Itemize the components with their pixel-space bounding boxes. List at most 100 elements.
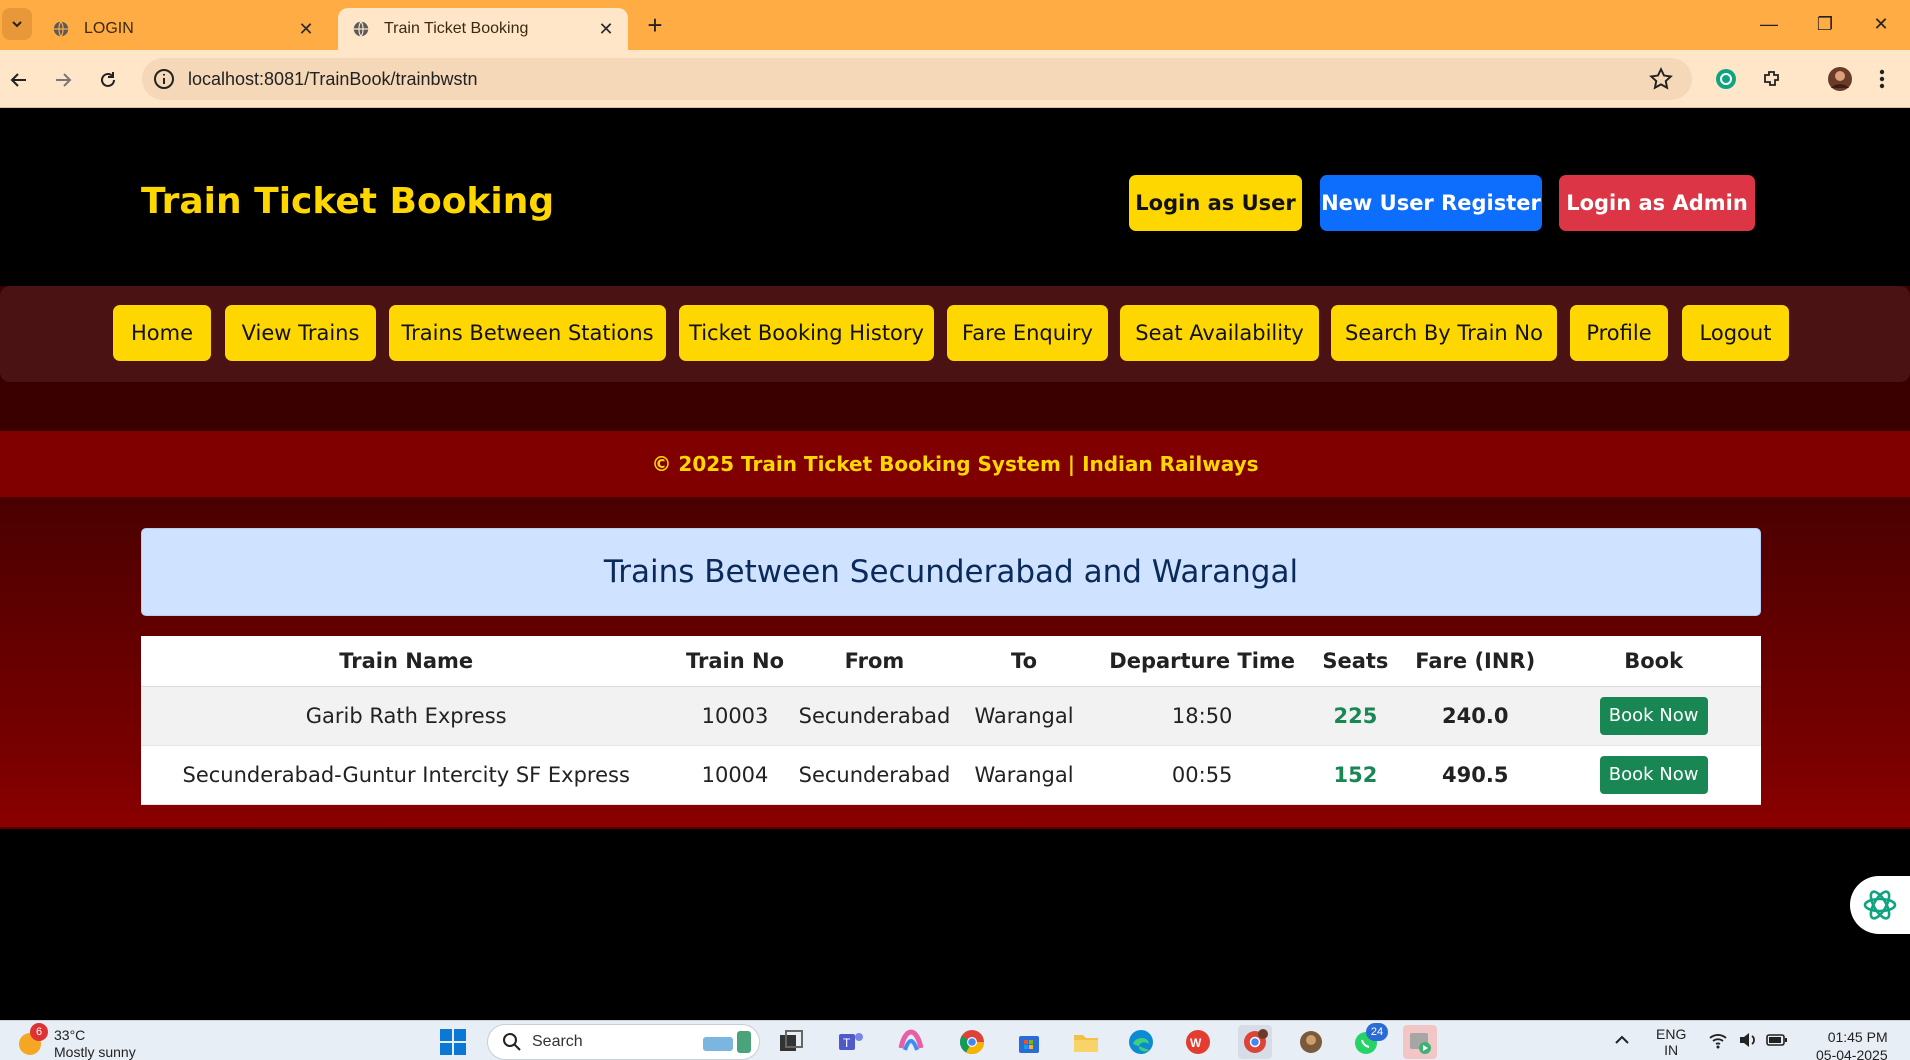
menu-profile[interactable]: Profile xyxy=(1570,305,1668,361)
book-now-button[interactable]: Book Now xyxy=(1599,696,1708,735)
train-no-cell: 10004 xyxy=(671,745,799,805)
sun-icon: 6 xyxy=(16,1023,48,1057)
menu-fare-enquiry[interactable]: Fare Enquiry xyxy=(947,305,1108,361)
column-header: From xyxy=(798,636,951,687)
search-highlight-icon xyxy=(703,1031,751,1053)
bookmark-star-icon[interactable] xyxy=(1648,66,1674,92)
weather-badge: 6 xyxy=(30,1023,48,1041)
column-header: Train No xyxy=(671,636,799,687)
site-info-icon[interactable] xyxy=(152,67,176,91)
menu-home[interactable]: Home xyxy=(113,305,211,361)
fare-cell: 490.5 xyxy=(1404,745,1547,805)
language-indicator[interactable]: ENG IN xyxy=(1656,1026,1686,1058)
new-user-register-button[interactable]: New User Register xyxy=(1320,175,1542,231)
menu-view-trains[interactable]: View Trains xyxy=(225,305,376,361)
chatgpt-floating-button[interactable] xyxy=(1850,876,1910,934)
clock-date: 05-04-2025 xyxy=(1816,1047,1888,1060)
task-view-icon[interactable] xyxy=(774,1025,808,1059)
globe-icon xyxy=(353,21,369,37)
chatgpt-logo-icon xyxy=(1863,890,1897,920)
menu-ticket-booking-history[interactable]: Ticket Booking History xyxy=(679,305,934,361)
book-cell: Book Now xyxy=(1546,686,1761,746)
language-region: IN xyxy=(1664,1042,1679,1058)
teams-icon[interactable]: T xyxy=(834,1025,868,1059)
new-tab-button[interactable]: + xyxy=(640,10,670,40)
menu-search-by-train-no[interactable]: Search By Train No xyxy=(1331,305,1557,361)
tab-title: LOGIN xyxy=(84,20,134,37)
volume-icon[interactable] xyxy=(1738,1031,1758,1052)
weather-condition: Mostly sunny xyxy=(54,1044,136,1060)
tab-title: Train Ticket Booking xyxy=(384,20,529,37)
tab-login[interactable]: LOGIN ✕ xyxy=(38,8,328,50)
file-explorer-icon[interactable] xyxy=(1069,1025,1103,1059)
url-text[interactable]: localhost:8081/TrainBook/trainbwstn xyxy=(188,69,1648,90)
browser-toolbar: localhost:8081/TrainBook/trainbwstn xyxy=(0,50,1910,108)
train-name-cell: Secunderabad-Guntur Intercity SF Express xyxy=(141,745,672,805)
to-cell: Warangal xyxy=(950,745,1098,805)
fare-cell: 240.0 xyxy=(1404,686,1547,746)
results-title-box: Trains Between Secunderabad and Warangal xyxy=(141,528,1761,616)
column-header: Fare (INR) xyxy=(1404,636,1547,687)
chrome-profile-icon[interactable] xyxy=(1238,1025,1272,1059)
nav-menu: Home View Trains Trains Between Stations… xyxy=(0,286,1910,382)
close-tab-icon[interactable]: ✕ xyxy=(292,15,320,43)
seats-cell: 152 xyxy=(1306,745,1405,805)
forward-button[interactable] xyxy=(46,63,80,97)
back-button[interactable] xyxy=(2,63,36,97)
departure-cell: 18:50 xyxy=(1097,686,1307,746)
close-window-button[interactable]: ✕ xyxy=(1856,4,1906,44)
address-bar[interactable]: localhost:8081/TrainBook/trainbwstn xyxy=(142,58,1692,100)
close-tab-icon[interactable]: ✕ xyxy=(592,15,620,43)
wps-office-icon[interactable]: W xyxy=(1181,1025,1215,1059)
tab-train-ticket-booking[interactable]: Train Ticket Booking ✕ xyxy=(338,8,628,50)
battery-icon[interactable] xyxy=(1766,1031,1788,1052)
chevron-down-icon xyxy=(12,21,22,28)
reload-icon xyxy=(101,72,115,87)
table-row: Garib Rath Express 10003 Secunderabad Wa… xyxy=(141,686,1761,746)
microsoft-store-icon[interactable] xyxy=(1012,1025,1046,1059)
tab-search-button[interactable] xyxy=(2,8,32,40)
edge-icon[interactable] xyxy=(1124,1025,1158,1059)
media-app-icon[interactable] xyxy=(1403,1025,1437,1059)
reload-button[interactable] xyxy=(91,63,125,97)
minimize-button[interactable]: — xyxy=(1744,4,1794,44)
login-as-admin-button[interactable]: Login as Admin xyxy=(1559,175,1755,231)
copilot-icon[interactable] xyxy=(894,1025,928,1059)
search-icon xyxy=(503,1033,521,1051)
train-name-cell: Garib Rath Express xyxy=(141,686,672,746)
show-hidden-icons-icon[interactable] xyxy=(1613,1031,1631,1052)
weather-widget[interactable]: 6 33°C Mostly sunny xyxy=(16,1023,136,1060)
menu-seat-availability[interactable]: Seat Availability xyxy=(1120,305,1319,361)
departure-cell: 00:55 xyxy=(1097,745,1307,805)
wifi-icon[interactable] xyxy=(1708,1031,1728,1052)
menu-logout[interactable]: Logout xyxy=(1682,305,1789,361)
windows-start-icon[interactable] xyxy=(436,1025,470,1059)
login-as-user-button[interactable]: Login as User xyxy=(1129,175,1302,231)
site-brand: Train Ticket Booking xyxy=(141,181,555,222)
system-clock[interactable]: 01:45 PM 05-04-2025 xyxy=(1816,1028,1888,1060)
svg-text:W: W xyxy=(1190,1036,1202,1050)
language-code: ENG xyxy=(1656,1026,1687,1042)
profile-avatar[interactable] xyxy=(1826,65,1854,93)
svg-text:T: T xyxy=(843,1036,851,1050)
table-header-row: Train Name Train No From To Departure Ti… xyxy=(141,636,1761,687)
browser-tab-bar: LOGIN ✕ Train Ticket Booking ✕ + — ❐ ✕ xyxy=(0,0,1910,50)
column-header: Departure Time xyxy=(1097,636,1307,687)
browser-menu-icon[interactable] xyxy=(1868,65,1896,93)
from-cell: Secunderabad xyxy=(798,686,951,746)
chrome-icon[interactable] xyxy=(955,1025,989,1059)
column-header: Train Name xyxy=(141,636,672,687)
results-title: Trains Between Secunderabad and Warangal xyxy=(603,554,1299,590)
windows-taskbar: 6 33°C Mostly sunny Search T W 24 ENG IN… xyxy=(0,1020,1910,1060)
results-section: Trains Between Secunderabad and Warangal… xyxy=(0,497,1910,827)
book-now-button[interactable]: Book Now xyxy=(1599,755,1708,794)
extensions-icon[interactable] xyxy=(1758,65,1786,93)
arrow-right-icon xyxy=(56,73,72,87)
book-cell: Book Now xyxy=(1546,745,1761,805)
app-icon[interactable] xyxy=(1294,1025,1328,1059)
footer-banner: © 2025 Train Ticket Booking System | Ind… xyxy=(0,431,1910,497)
menu-trains-between-stations[interactable]: Trains Between Stations xyxy=(389,305,666,361)
restore-button[interactable]: ❐ xyxy=(1800,4,1850,44)
chatgpt-extension-icon[interactable] xyxy=(1712,65,1740,93)
taskbar-search[interactable]: Search xyxy=(487,1024,760,1060)
